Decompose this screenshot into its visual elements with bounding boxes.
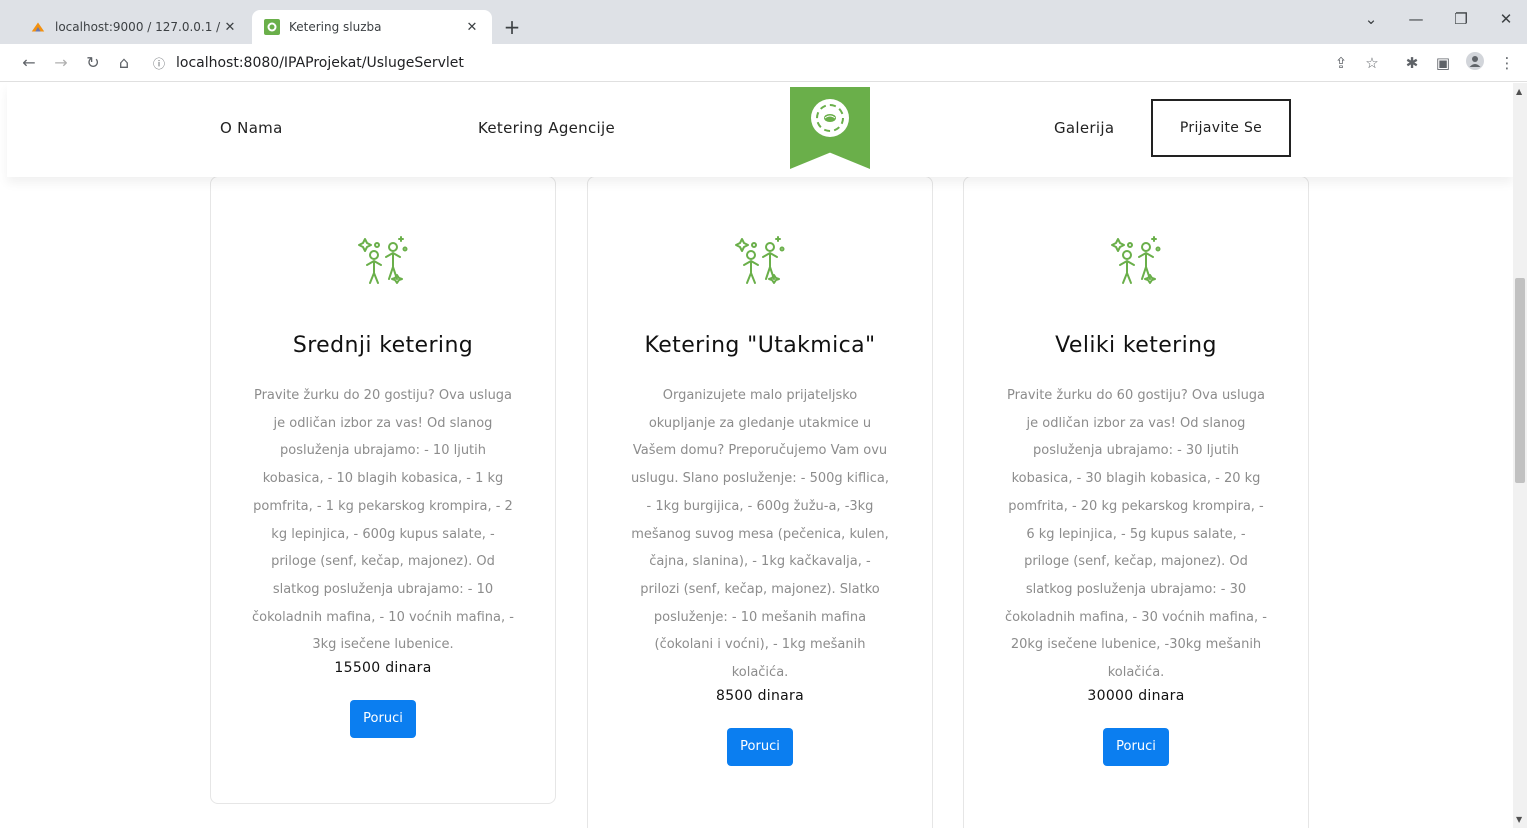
site-favicon-icon: [264, 19, 280, 35]
order-button[interactable]: Poruci: [727, 727, 793, 766]
kebab-menu-icon[interactable]: ⋮: [1496, 52, 1518, 74]
address-text: localhost:8080/IPAProjekat/UslugeServlet: [176, 55, 464, 71]
new-tab-icon[interactable]: +: [500, 14, 524, 40]
browser-toolbar: ← → ↻ ⌂ ⓘ localhost:8080/IPAProjekat/Usl…: [0, 44, 1527, 82]
scroll-up-icon[interactable]: ▲: [1516, 87, 1522, 96]
tab-search-icon[interactable]: ⌄: [1356, 10, 1386, 28]
address-bar[interactable]: ⓘ localhost:8080/IPAProjekat/UslugeServl…: [148, 49, 1320, 77]
party-people-icon: [1110, 235, 1162, 287]
card-description: Organizujete malo prijateljsko okupljanj…: [631, 388, 889, 681]
service-card-utakmica: Ketering "Utakmica" Organizujete malo pr…: [587, 176, 933, 828]
nav-link-agencies[interactable]: Ketering Agencije: [478, 119, 615, 137]
reload-icon[interactable]: ↻: [82, 52, 104, 74]
scroll-down-icon[interactable]: ▼: [1516, 815, 1522, 824]
browser-tabstrip: localhost:9000 / 127.0.0.1 / keter ✕ Ket…: [0, 0, 1527, 44]
close-icon[interactable]: ✕: [464, 20, 480, 35]
site-header: O Nama Ketering Agencije Galerija Prijav…: [7, 83, 1513, 177]
share-icon[interactable]: ⇪: [1330, 52, 1352, 74]
phpmyadmin-icon: [30, 19, 46, 35]
back-icon[interactable]: ←: [18, 52, 40, 74]
logo-badge-icon: [811, 99, 849, 137]
order-button[interactable]: Poruci: [350, 700, 416, 739]
page-viewport: O Nama Ketering Agencije Galerija Prijav…: [0, 83, 1513, 828]
card-description: Pravite žurku do 20 gostiju? Ova usluga …: [252, 388, 514, 653]
info-icon[interactable]: ⓘ: [148, 55, 170, 72]
card-description: Pravite žurku do 60 gostiju? Ova usluga …: [1005, 388, 1267, 681]
browser-tab-phpmyadmin[interactable]: localhost:9000 / 127.0.0.1 / keter ✕: [18, 10, 250, 44]
bookmark-star-icon[interactable]: ☆: [1361, 52, 1383, 74]
maximize-icon[interactable]: ❐: [1446, 10, 1476, 28]
forward-icon[interactable]: →: [50, 52, 72, 74]
site-logo[interactable]: [790, 87, 870, 169]
nav-link-gallery[interactable]: Galerija: [1054, 119, 1114, 137]
card-title: Ketering "Utakmica": [644, 333, 876, 358]
tab-title: localhost:9000 / 127.0.0.1 / keter: [55, 20, 222, 34]
card-title: Srednji ketering: [292, 333, 474, 358]
card-price: 8500 dinara: [716, 687, 804, 704]
close-icon[interactable]: ✕: [222, 20, 238, 35]
side-panel-icon[interactable]: ▣: [1432, 52, 1454, 74]
profile-avatar-icon[interactable]: [1464, 52, 1486, 74]
card-title: Veliki ketering: [1055, 333, 1217, 358]
party-people-icon: [734, 235, 786, 287]
service-card-veliki: Veliki ketering Pravite žurku do 60 gost…: [963, 176, 1309, 828]
tab-title: Ketering sluzba: [289, 20, 382, 34]
nav-link-about[interactable]: O Nama: [220, 119, 283, 137]
card-price: 15500 dinara: [334, 660, 432, 677]
extensions-icon[interactable]: ✱: [1401, 52, 1423, 74]
card-price: 30000 dinara: [1087, 687, 1185, 704]
window-close-icon[interactable]: ✕: [1491, 10, 1521, 28]
page-scrollbar[interactable]: ▲ ▼: [1513, 83, 1527, 828]
login-button[interactable]: Prijavite Se: [1151, 99, 1291, 157]
home-icon[interactable]: ⌂: [113, 52, 135, 74]
service-card-srednji: Srednji ketering Pravite žurku do 20 gos…: [210, 176, 556, 804]
party-people-icon: [357, 235, 409, 287]
order-button[interactable]: Poruci: [1103, 727, 1169, 766]
minimize-icon[interactable]: —: [1401, 10, 1431, 28]
scrollbar-thumb[interactable]: [1515, 278, 1525, 483]
browser-tab-ketering[interactable]: Ketering sluzba ✕: [252, 10, 492, 44]
